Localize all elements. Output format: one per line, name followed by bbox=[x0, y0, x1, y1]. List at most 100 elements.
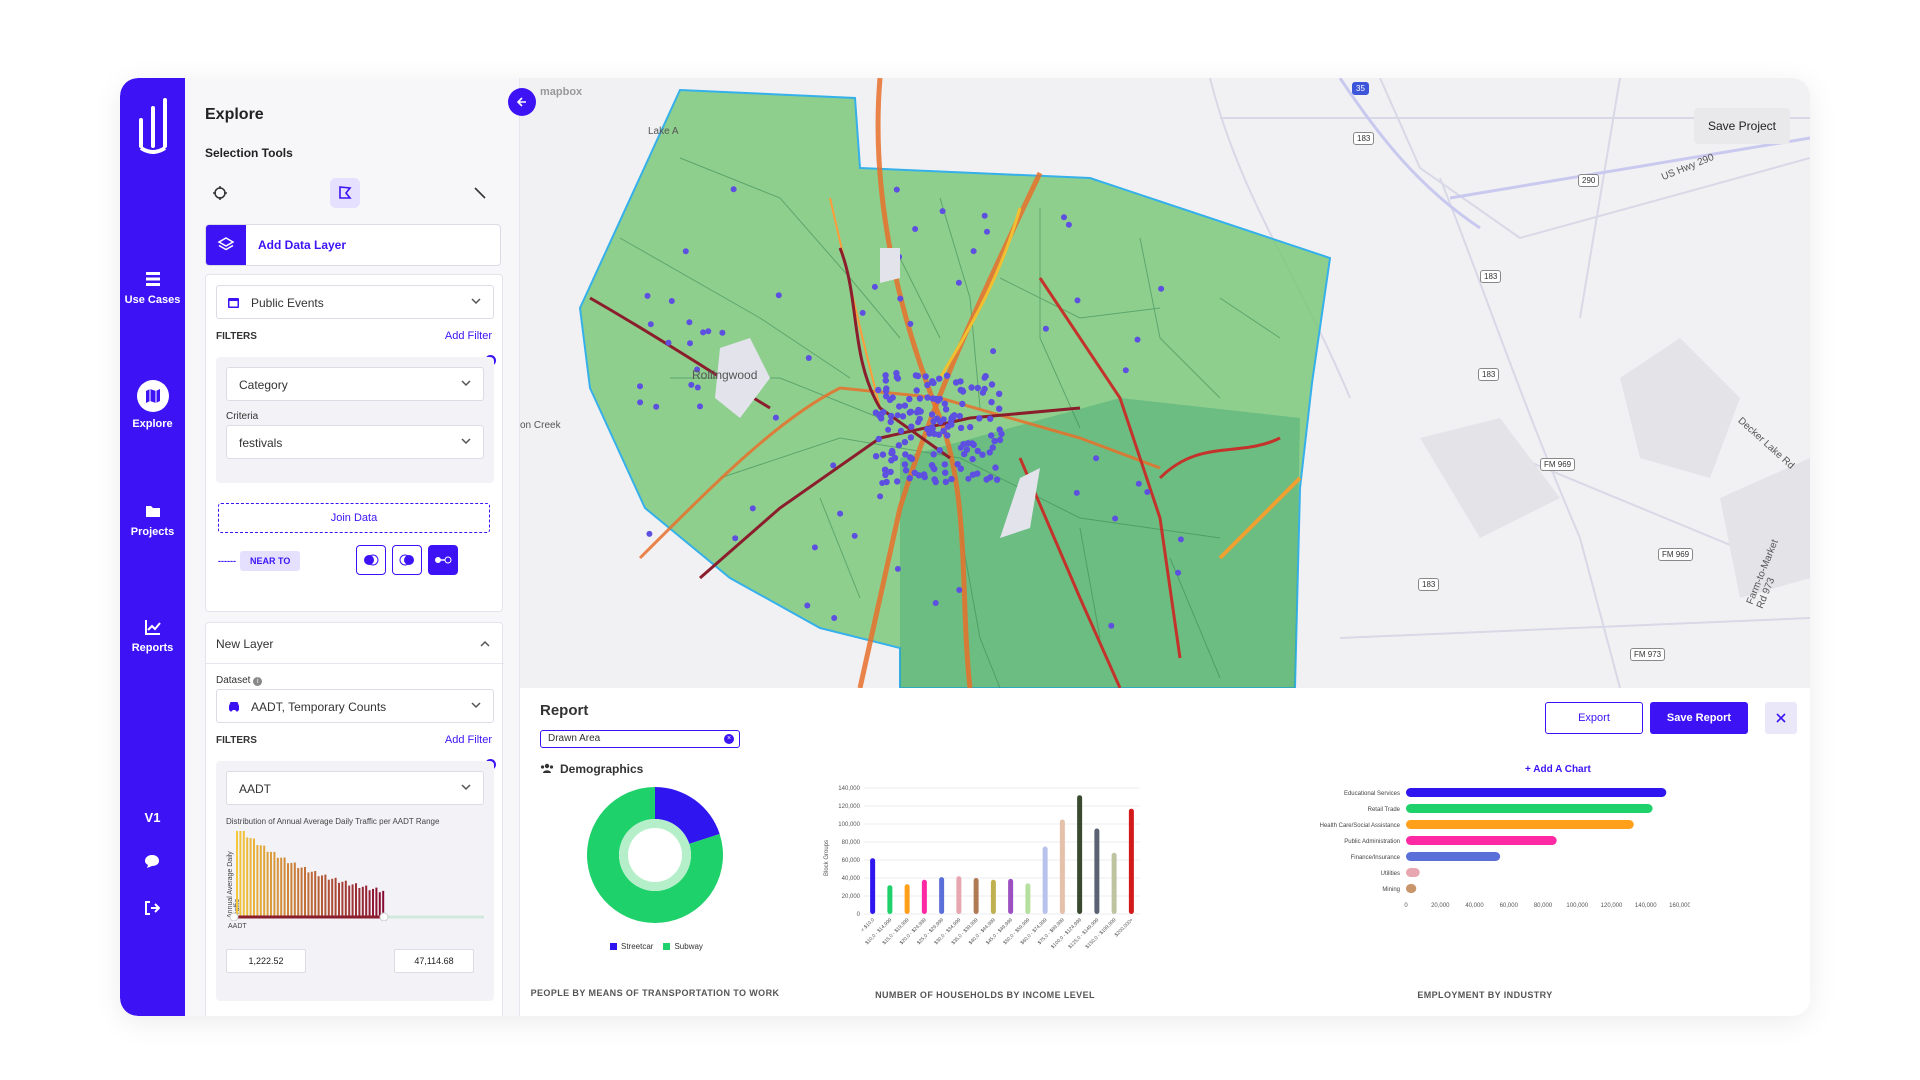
event-point[interactable] bbox=[687, 340, 693, 347]
chevron-up-icon[interactable] bbox=[480, 639, 490, 649]
event-point[interactable] bbox=[981, 374, 988, 381]
event-point[interactable] bbox=[719, 329, 726, 336]
event-point[interactable] bbox=[876, 412, 883, 419]
event-point[interactable] bbox=[996, 436, 1004, 444]
event-point[interactable] bbox=[936, 375, 943, 382]
event-point[interactable] bbox=[908, 423, 915, 430]
event-point[interactable] bbox=[906, 395, 913, 403]
event-point[interactable] bbox=[970, 248, 977, 255]
event-point[interactable] bbox=[932, 600, 939, 606]
event-point[interactable] bbox=[959, 388, 967, 395]
event-point[interactable] bbox=[879, 451, 887, 458]
event-point[interactable] bbox=[1061, 214, 1067, 221]
event-point[interactable] bbox=[887, 418, 894, 426]
event-point[interactable] bbox=[872, 453, 880, 460]
rail-item-explore[interactable]: Explore bbox=[120, 380, 185, 430]
rail-item-reports[interactable]: Reports bbox=[120, 618, 185, 654]
event-point[interactable] bbox=[956, 412, 963, 420]
event-point[interactable] bbox=[913, 387, 920, 394]
event-point[interactable] bbox=[1177, 536, 1184, 543]
join-data-button[interactable]: Join Data bbox=[218, 503, 490, 533]
employment-bar[interactable] bbox=[1406, 820, 1634, 829]
event-point[interactable] bbox=[996, 426, 1003, 433]
export-button[interactable]: Export bbox=[1545, 702, 1643, 734]
event-point[interactable] bbox=[1065, 221, 1072, 228]
event-point[interactable] bbox=[943, 372, 951, 379]
event-point[interactable] bbox=[831, 615, 838, 621]
event-point[interactable] bbox=[893, 369, 900, 377]
criteria-select[interactable]: festivals bbox=[226, 425, 484, 459]
event-point[interactable] bbox=[963, 446, 971, 453]
event-point[interactable] bbox=[914, 372, 922, 380]
employment-bar[interactable] bbox=[1406, 852, 1501, 861]
event-point[interactable] bbox=[928, 411, 936, 418]
event-point[interactable] bbox=[653, 403, 660, 410]
event-point[interactable] bbox=[1074, 297, 1081, 304]
event-point[interactable] bbox=[888, 447, 896, 455]
event-point[interactable] bbox=[881, 466, 889, 474]
event-point[interactable] bbox=[948, 421, 955, 428]
min-value-input[interactable]: 1,222.52 bbox=[226, 949, 306, 973]
event-point[interactable] bbox=[988, 432, 995, 439]
event-point[interactable] bbox=[922, 373, 929, 380]
event-point[interactable] bbox=[984, 228, 990, 235]
event-point[interactable] bbox=[941, 461, 948, 468]
event-point[interactable] bbox=[646, 530, 653, 537]
event-point[interactable] bbox=[916, 395, 924, 402]
event-point[interactable] bbox=[939, 208, 946, 215]
event-point[interactable] bbox=[897, 295, 904, 302]
event-point[interactable] bbox=[915, 406, 922, 414]
event-point[interactable] bbox=[894, 478, 901, 485]
event-point[interactable] bbox=[990, 348, 997, 355]
event-point[interactable] bbox=[1093, 455, 1100, 462]
event-point[interactable] bbox=[887, 468, 894, 476]
income-bar[interactable] bbox=[870, 858, 876, 914]
event-point[interactable] bbox=[883, 393, 890, 400]
event-point[interactable] bbox=[888, 457, 895, 464]
event-point[interactable] bbox=[969, 455, 976, 463]
income-bar[interactable] bbox=[1128, 808, 1134, 914]
income-bar[interactable] bbox=[904, 884, 910, 914]
event-point[interactable] bbox=[924, 394, 931, 401]
employment-bar[interactable] bbox=[1406, 788, 1667, 797]
max-value-input[interactable]: 47,114.68 bbox=[394, 949, 474, 973]
event-point[interactable] bbox=[956, 587, 963, 593]
income-bar[interactable] bbox=[956, 876, 962, 914]
event-point[interactable] bbox=[697, 403, 703, 410]
event-point[interactable] bbox=[668, 298, 675, 304]
event-point[interactable] bbox=[965, 475, 972, 482]
event-point[interactable] bbox=[811, 544, 818, 551]
event-point[interactable] bbox=[942, 406, 950, 413]
line-select-tool[interactable] bbox=[465, 178, 495, 208]
intersect-right-toggle[interactable] bbox=[392, 545, 422, 575]
event-point[interactable] bbox=[1108, 622, 1115, 629]
event-point[interactable] bbox=[952, 379, 960, 386]
income-bar[interactable] bbox=[921, 879, 927, 914]
chat-icon[interactable] bbox=[144, 853, 160, 869]
event-point[interactable] bbox=[907, 434, 915, 441]
event-point[interactable] bbox=[907, 408, 915, 415]
event-point[interactable] bbox=[1073, 489, 1080, 496]
event-point[interactable] bbox=[749, 505, 756, 512]
event-point[interactable] bbox=[637, 383, 643, 390]
event-point[interactable] bbox=[979, 451, 986, 458]
rail-item-projects[interactable]: Projects bbox=[120, 502, 185, 538]
event-point[interactable] bbox=[647, 321, 654, 328]
logout-icon[interactable] bbox=[144, 900, 160, 916]
point-select-tool[interactable] bbox=[205, 178, 235, 208]
event-point[interactable] bbox=[930, 464, 937, 472]
event-point[interactable] bbox=[1122, 367, 1129, 374]
add-chart-button[interactable]: + Add A Chart bbox=[1525, 764, 1591, 775]
area-chip[interactable]: Drawn Area × bbox=[540, 730, 740, 748]
event-point[interactable] bbox=[991, 437, 998, 445]
near-toggle[interactable] bbox=[428, 545, 458, 575]
event-point[interactable] bbox=[700, 329, 707, 336]
filter-field-select[interactable]: AADT bbox=[226, 771, 484, 805]
event-point[interactable] bbox=[889, 394, 896, 401]
event-point[interactable] bbox=[885, 426, 892, 433]
add-filter-link[interactable]: Add Filter bbox=[445, 734, 492, 746]
event-point[interactable] bbox=[705, 328, 712, 335]
event-point[interactable] bbox=[957, 424, 965, 432]
event-point[interactable] bbox=[929, 379, 936, 386]
event-point[interactable] bbox=[974, 384, 981, 392]
